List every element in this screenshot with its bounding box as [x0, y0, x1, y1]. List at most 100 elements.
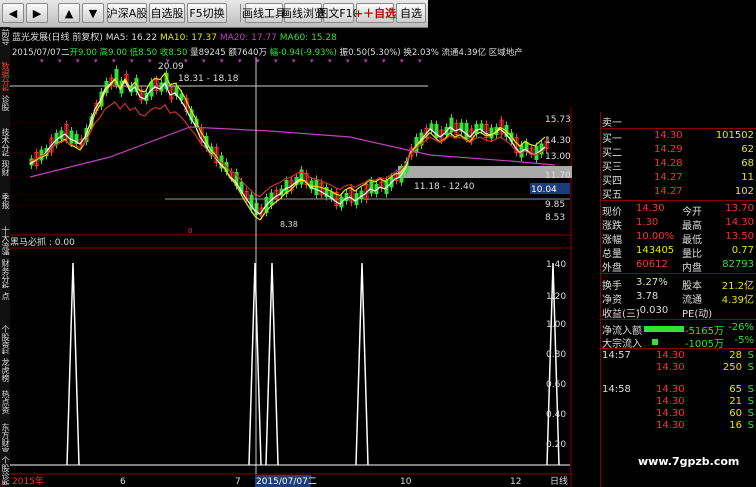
day-info-bar: 2015/07/07二开9.00 高9.00 低8.50 收8.50 量8924… — [12, 46, 523, 58]
flow-row: 大宗流入 -1005万 -5% — [572, 335, 756, 350]
signal-mark: ▾ — [310, 57, 314, 65]
left-tab[interactable]: 诊股 — [0, 95, 10, 124]
right-axis-tick: 15.73 — [545, 115, 571, 125]
candle-body — [69, 130, 74, 144]
left-tab[interactable]: 数据分析 — [0, 62, 10, 91]
draw-browse-button[interactable]: 画线浏览 — [281, 3, 325, 23]
buy-volume: 101502 — [715, 130, 754, 141]
draw-tools-button[interactable]: 画线工具 — [242, 3, 286, 23]
tick-side: S — [747, 420, 754, 431]
stat-value: 13.70 — [725, 203, 754, 214]
arrow-right-icon: ▶ — [32, 6, 42, 20]
info-open: 开9.00 — [69, 48, 97, 58]
buy-label: 买一 — [602, 134, 622, 145]
signal-mark: ▾ — [184, 57, 188, 65]
back-button[interactable]: ◀ — [2, 3, 24, 23]
tick-price: 14.30 — [656, 408, 685, 419]
signal-mark: ▾ — [400, 57, 404, 65]
stat-value: 4.39亿 — [721, 295, 754, 306]
watchlist-button[interactable]: 自选股 — [149, 3, 185, 23]
tick-row: 14.30 16 S — [572, 420, 756, 434]
signal-mark: ▾ — [220, 57, 224, 65]
ma-header: 蓝光发展(日线 前复权) MA5: 16.22 MA10: 17.37 MA20… — [12, 30, 337, 43]
arrow-left-icon: ◀ — [8, 6, 18, 20]
left-tab[interactable]: 季报 — [0, 193, 10, 222]
info-date: 2015/07/07二 — [12, 48, 70, 58]
market-button[interactable]: 沪深A股 — [107, 3, 147, 23]
signal-mark: ▾ — [130, 57, 134, 65]
indicator-axis-tick: 1.00 — [546, 320, 566, 330]
left-tab[interactable]: 现财 — [0, 160, 10, 189]
buy-volume: 68 — [741, 158, 754, 169]
stat-label: 流通 — [682, 295, 702, 306]
add-favorite-button[interactable]: + ＋自选 — [354, 3, 396, 23]
info-change: 幅-0.94(-9.93%) — [269, 48, 337, 58]
price-label-high: 20.09 — [158, 62, 184, 72]
separator — [600, 273, 756, 274]
tick-side: S — [747, 350, 754, 361]
signal-mark: ▾ — [364, 57, 368, 65]
tick-volume: 65 — [729, 384, 742, 395]
info-sector: 区域地产 — [488, 48, 523, 58]
stat-label: 收益(三) — [602, 309, 640, 320]
signal-mark: ▾ — [292, 57, 296, 65]
ma5-value: MA5: 16.22 — [105, 33, 158, 43]
tick-price: 14.30 — [656, 396, 685, 407]
stat-label: 现价 — [602, 207, 622, 218]
ma20-value: MA20: 17.77 — [219, 33, 277, 43]
stat-value: 0.77 — [731, 245, 754, 256]
left-tab[interactable]: 技术分析 — [0, 128, 10, 157]
left-tab[interactable]: 点 — [0, 292, 10, 321]
indicator-axis-tick: 0.60 — [546, 380, 566, 390]
left-tab[interactable]: 财务分析 — [0, 259, 10, 288]
f10-button[interactable]: 图文F10 — [317, 3, 360, 23]
buy-row: 买二 14.29 62 — [572, 144, 756, 159]
left-tab[interactable]: 热点资 — [0, 390, 10, 419]
tick-price: 14.30 — [656, 362, 685, 373]
switch-button[interactable]: F5切换 — [187, 3, 227, 23]
left-tab[interactable]: 个股诊断 — [0, 456, 10, 485]
favorites-button[interactable]: 自选 — [396, 3, 426, 23]
stat-value: 1.30 — [636, 217, 659, 228]
sell1-label: 卖一 — [602, 118, 622, 129]
candle-body — [489, 127, 494, 139]
tick-side: S — [747, 362, 754, 373]
stat-label: 量比 — [682, 249, 702, 260]
page-down-button[interactable]: ▼ — [82, 3, 104, 23]
right-axis-tick: 14.30 — [545, 136, 571, 146]
page-up-button[interactable]: ▲ — [58, 3, 80, 23]
stat-label: 股本 — [682, 281, 702, 292]
axis-month: 10 — [400, 477, 412, 487]
indicator-axis-tick: 0.20 — [546, 440, 566, 450]
tick-volume: 250 — [722, 362, 742, 373]
forward-button[interactable]: ▶ — [26, 3, 48, 23]
arrow-up-icon: ▲ — [64, 6, 74, 20]
stat-row: 收益(三) -0.030 PE(动) — [572, 305, 756, 320]
stat-label: 涨幅 — [602, 235, 622, 246]
stat-value: 3.27% — [636, 277, 668, 288]
stat-value: 82793 — [722, 259, 754, 270]
tick-time: 14:57 — [602, 350, 631, 361]
signal-mark: ▾ — [418, 57, 422, 65]
info-volume: 量89245 — [190, 48, 226, 58]
left-tab[interactable]: 东方财富 — [0, 423, 10, 452]
stock-name: 蓝光发展(日线 前复权) — [12, 33, 103, 43]
indicator-axis-tick: 1.20 — [546, 292, 566, 302]
buy-row: 买五 14.27 102 — [572, 186, 756, 201]
left-tab[interactable]: 十大流通股 — [0, 226, 10, 255]
watermark: www.7gpzb.com — [638, 455, 740, 468]
stat-value: 21.2亿 — [721, 281, 754, 292]
tick-row: 14.30 250 S — [572, 362, 756, 376]
left-tab[interactable]: 前导 — [0, 29, 10, 58]
left-tab[interactable]: 龙虎榜 — [0, 358, 10, 387]
signal-mark: ▾ — [148, 57, 152, 65]
stat-value: 60612 — [636, 259, 668, 270]
kline-chart[interactable]: ▾ ▾ ▾ ▾ ▾ ▾ ▾ ▾ ▾ ▾ ▾ ▾ ▾ ▾ ▾ ▾ ▾ ▾ ▾ ▾ ▾ ▾20.0918.31 - 18.18… — [10, 27, 572, 487]
right-axis-tick: 8.53 — [545, 213, 565, 223]
candle-body — [449, 117, 454, 133]
stat-value: 14.30 — [636, 203, 665, 214]
right-axis-tick: 9.85 — [545, 200, 565, 210]
tick-volume: 28 — [729, 350, 742, 361]
left-tab[interactable]: 个股资料 — [0, 325, 10, 354]
ma10-line — [29, 72, 546, 221]
